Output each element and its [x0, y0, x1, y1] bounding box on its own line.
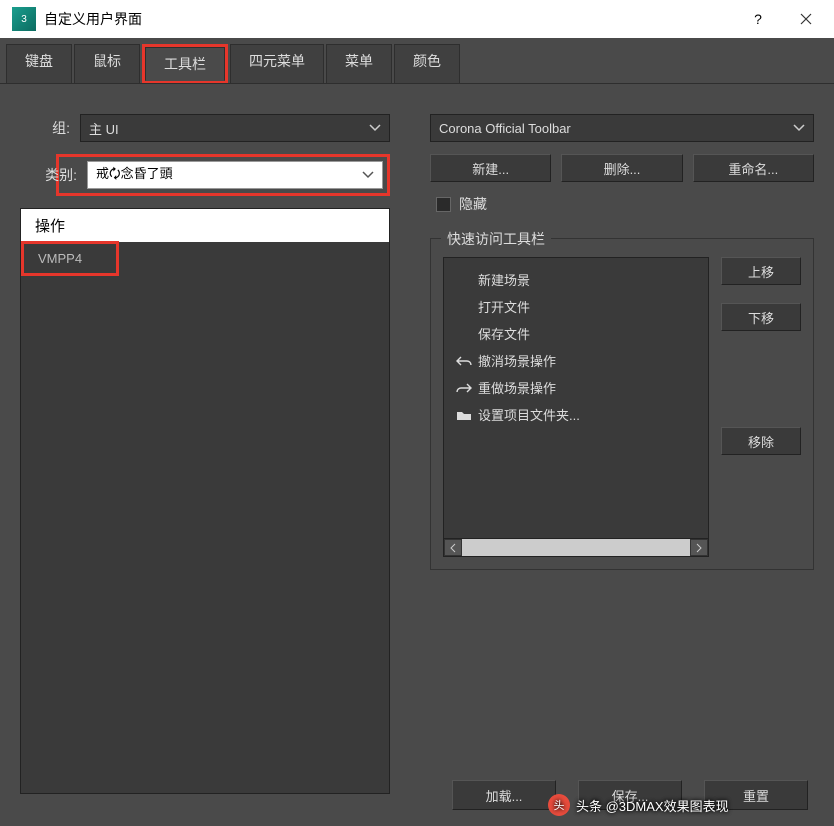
quick-item-open-file[interactable]: 打开文件	[448, 293, 704, 320]
quick-item-label: 设置项目文件夹...	[478, 405, 580, 424]
hide-row: 隐藏	[430, 194, 814, 214]
load-button[interactable]: 加载...	[452, 780, 556, 810]
action-item[interactable]: VMPP4	[24, 244, 116, 273]
chevron-down-icon	[791, 120, 807, 136]
scroll-track[interactable]	[462, 539, 690, 556]
tab-quad[interactable]: 四元菜单	[230, 44, 324, 83]
quick-item-label: 撤消场景操作	[478, 351, 556, 370]
quick-legend: 快速访问工具栏	[441, 229, 551, 249]
highlight-action-item: VMPP4	[21, 241, 119, 276]
redo-icon	[456, 381, 472, 395]
quick-item-label: 打开文件	[478, 297, 530, 316]
tab-toolbar[interactable]: 工具栏	[145, 47, 225, 81]
remove-button[interactable]: 移除	[721, 427, 801, 455]
move-down-button[interactable]: 下移	[721, 303, 801, 331]
quick-item-label: 新建场景	[478, 270, 530, 289]
dialog-content: 键盘 鼠标 工具栏 四元菜单 菜单 颜色 组: 主 UI 类别:	[0, 38, 834, 826]
toolbar-select[interactable]: Corona Official Toolbar	[430, 114, 814, 142]
quick-side-buttons: 上移 下移 移除	[721, 257, 801, 557]
app-icon: 3	[12, 7, 36, 31]
quick-access-fieldset: 快速访问工具栏 新建场景 打开文件	[430, 238, 814, 570]
hide-label: 隐藏	[459, 194, 487, 214]
quick-item-redo[interactable]: 重做场景操作	[448, 374, 704, 401]
quick-item-undo[interactable]: 撤消场景操作	[448, 347, 704, 374]
watermark-logo-icon: 头	[548, 794, 570, 816]
right-panel: Corona Official Toolbar 新建... 删除... 重命名.…	[430, 114, 814, 794]
chevron-down-icon	[367, 120, 383, 136]
quick-item-label: 保存文件	[478, 324, 530, 343]
quick-item-project-folder[interactable]: 设置项目文件夹...	[448, 401, 704, 428]
toolbar-buttons: 新建... 删除... 重命名...	[430, 154, 814, 182]
category-row: 类别: 戒🗘念昏了頭	[27, 161, 383, 189]
tab-keyboard[interactable]: 键盘	[6, 44, 72, 83]
scroll-left-icon[interactable]	[444, 539, 462, 556]
category-label: 类别:	[23, 165, 77, 185]
chevron-down-icon	[360, 167, 376, 183]
close-button[interactable]	[782, 1, 830, 37]
left-panel: 组: 主 UI 类别: 戒🗘念昏了頭	[20, 114, 390, 794]
tab-bar: 键盘 鼠标 工具栏 四元菜单 菜单 颜色	[0, 38, 834, 84]
hide-checkbox[interactable]	[436, 197, 451, 212]
tab-color[interactable]: 颜色	[394, 44, 460, 83]
watermark: 头 头条 @3DMAX效果图表现	[548, 794, 729, 816]
quick-item-label: 重做场景操作	[478, 378, 556, 397]
help-button[interactable]: ?	[734, 1, 782, 37]
action-list[interactable]: 操作 VMPP4	[20, 208, 390, 794]
scroll-right-icon[interactable]	[690, 539, 708, 556]
group-value: 主 UI	[89, 119, 119, 138]
undo-icon	[456, 354, 472, 368]
group-dropdown[interactable]: 主 UI	[80, 114, 390, 142]
rename-button[interactable]: 重命名...	[693, 154, 814, 182]
move-up-button[interactable]: 上移	[721, 257, 801, 285]
action-header: 操作	[21, 209, 389, 242]
folder-icon	[456, 408, 472, 422]
group-row: 组: 主 UI	[20, 114, 390, 142]
window-title: 自定义用户界面	[44, 9, 734, 29]
tab-mouse[interactable]: 鼠标	[74, 44, 140, 83]
tab-body: 组: 主 UI 类别: 戒🗘念昏了頭	[0, 84, 834, 804]
new-button[interactable]: 新建...	[430, 154, 551, 182]
quick-list[interactable]: 新建场景 打开文件 保存文件	[443, 257, 709, 557]
highlight-toolbar-tab: 工具栏	[142, 44, 228, 83]
group-label: 组:	[20, 118, 70, 138]
horizontal-scrollbar[interactable]	[444, 538, 708, 556]
toolbar-value: Corona Official Toolbar	[439, 121, 571, 136]
category-dropdown[interactable]: 戒🗘念昏了頭	[87, 161, 383, 189]
tab-menu[interactable]: 菜单	[326, 44, 392, 83]
quick-item-save-file[interactable]: 保存文件	[448, 320, 704, 347]
highlight-category-row: 类别: 戒🗘念昏了頭	[56, 154, 390, 196]
watermark-text: 头条 @3DMAX效果图表现	[576, 796, 729, 815]
quick-item-new-scene[interactable]: 新建场景	[448, 266, 704, 293]
titlebar: 3 自定义用户界面 ?	[0, 0, 834, 38]
delete-button[interactable]: 删除...	[561, 154, 682, 182]
category-value: 戒🗘念昏了頭	[96, 163, 173, 187]
